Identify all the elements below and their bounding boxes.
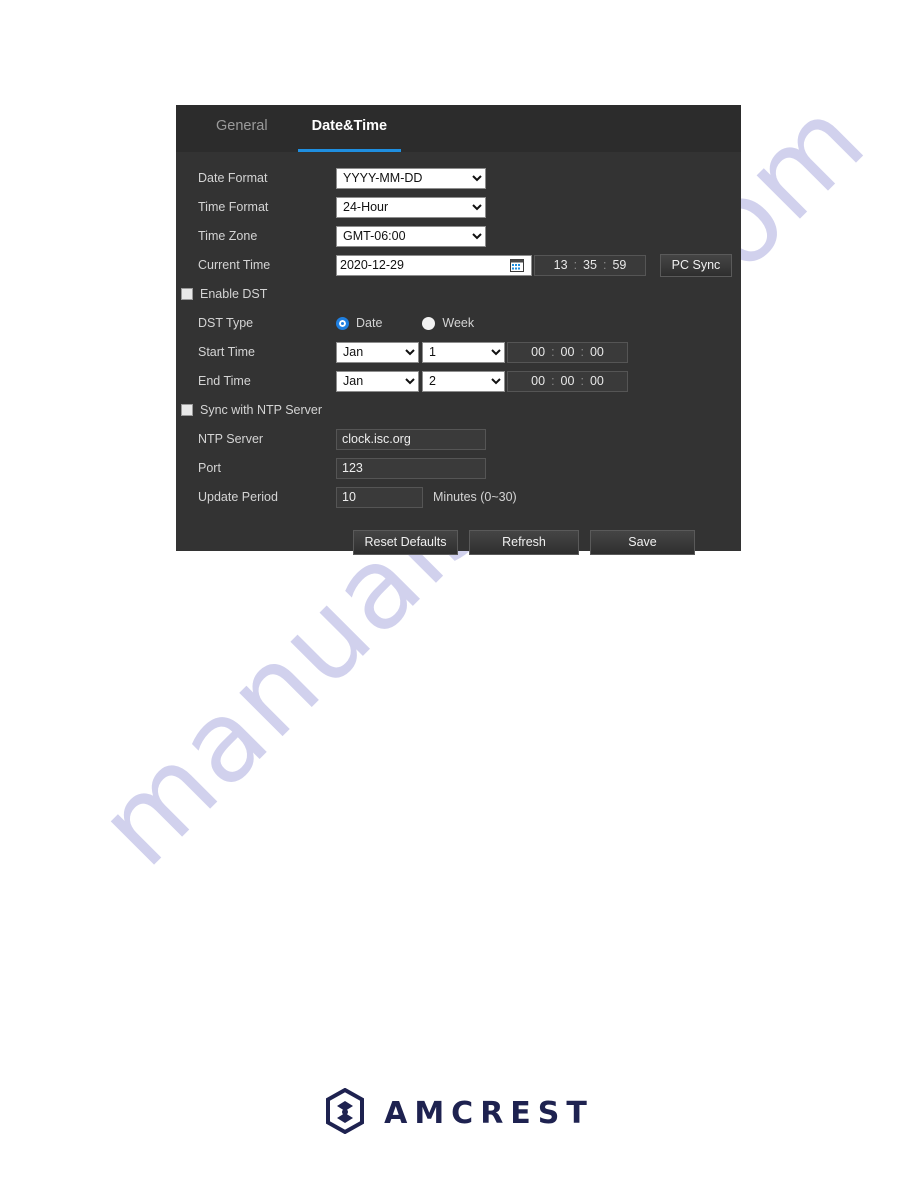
row-start-time: Start Time Jan 1 00 : 00 : 00 (176, 338, 741, 366)
date-time-settings-panel: General Date&Time Date Format YYYY-MM-DD… (176, 105, 741, 555)
row-ntp-server: NTP Server (176, 425, 741, 453)
start-minute[interactable]: 00 (561, 345, 575, 359)
port-control (336, 457, 486, 479)
time-separator: : (580, 345, 584, 359)
end-time-fields[interactable]: 00 : 00 : 00 (507, 370, 628, 392)
end-time-label: End Time (198, 374, 251, 388)
pc-sync-button[interactable]: PC Sync (660, 253, 732, 277)
date-format-label: Date Format (198, 171, 268, 185)
time-format-label: Time Format (198, 200, 269, 214)
current-date-field[interactable] (336, 254, 532, 276)
end-day-select[interactable]: 2 (422, 370, 505, 392)
port-label: Port (198, 461, 221, 475)
amcrest-hex-logo-icon (324, 1087, 366, 1139)
start-time-label: Start Time (198, 345, 255, 359)
row-update-period: Update Period Minutes (0~30) (176, 483, 741, 511)
row-time-zone: Time Zone GMT-06:00 (176, 222, 741, 250)
row-time-format: Time Format 24-Hour (176, 193, 741, 221)
start-day-select[interactable]: 1 (422, 341, 505, 363)
tab-date-time[interactable]: Date&Time (290, 105, 409, 152)
radio-week-icon[interactable] (422, 316, 436, 330)
dst-type-option-week[interactable]: Week (422, 316, 474, 330)
time-zone-control: GMT-06:00 (336, 225, 486, 247)
radio-date-icon[interactable] (336, 316, 349, 330)
dst-type-control: Date Week (336, 316, 474, 330)
row-sync-ntp: Sync with NTP Server (176, 396, 741, 424)
enable-dst-control[interactable]: Enable DST (181, 287, 267, 301)
current-minute[interactable]: 35 (583, 258, 597, 272)
reset-defaults-button[interactable]: Reset Defaults (353, 530, 458, 555)
ntp-server-label: NTP Server (198, 432, 264, 446)
start-second[interactable]: 00 (590, 345, 604, 359)
time-zone-label: Time Zone (198, 229, 258, 243)
enable-dst-label: Enable DST (200, 287, 268, 301)
update-period-input[interactable] (336, 486, 423, 508)
enable-dst-checkbox[interactable] (181, 288, 193, 300)
time-format-control: 24-Hour (336, 196, 486, 218)
dst-type-option-date[interactable]: Date (336, 316, 382, 330)
update-period-control: Minutes (0~30) (336, 486, 517, 508)
time-separator: : (573, 258, 578, 272)
date-format-control: YYYY-MM-DD (336, 167, 486, 189)
tab-general[interactable]: General (194, 105, 290, 152)
end-hour[interactable]: 00 (531, 374, 545, 388)
current-hour[interactable]: 13 (554, 258, 568, 272)
calendar-icon[interactable] (510, 258, 524, 272)
form-action-buttons: Reset Defaults Refresh Save (176, 530, 741, 555)
dst-type-date-label: Date (356, 316, 383, 330)
end-month-select[interactable]: Jan (336, 370, 419, 392)
current-date-input[interactable] (337, 257, 510, 273)
dst-type-week-label: Week (442, 316, 475, 330)
start-time-control: Jan 1 00 : 00 : 00 (336, 341, 628, 363)
port-input[interactable] (336, 457, 486, 479)
sync-ntp-label: Sync with NTP Server (200, 403, 323, 417)
row-end-time: End Time Jan 2 00 : 00 : 00 (176, 367, 741, 395)
start-hour[interactable]: 00 (531, 345, 545, 359)
time-separator: : (602, 258, 607, 272)
date-time-form: Date Format YYYY-MM-DD Time Format 24-Ho… (176, 152, 741, 555)
ntp-server-input[interactable] (336, 428, 486, 450)
save-button[interactable]: Save (590, 530, 695, 555)
row-enable-dst: Enable DST (176, 280, 741, 308)
time-separator: : (551, 374, 555, 388)
date-format-select[interactable]: YYYY-MM-DD (336, 167, 486, 189)
current-time-control: 13 : 35 : 59 PC Sync (336, 253, 732, 277)
end-minute[interactable]: 00 (561, 374, 575, 388)
row-date-format: Date Format YYYY-MM-DD (176, 164, 741, 192)
start-time-fields[interactable]: 00 : 00 : 00 (507, 341, 628, 363)
settings-tabbar: General Date&Time (176, 105, 741, 152)
start-month-select[interactable]: Jan (336, 341, 419, 363)
update-period-unit: Minutes (0~30) (433, 490, 517, 504)
row-port: Port (176, 454, 741, 482)
update-period-label: Update Period (198, 490, 278, 504)
end-second[interactable]: 00 (590, 374, 604, 388)
sync-ntp-control[interactable]: Sync with NTP Server (181, 403, 322, 417)
time-separator: : (580, 374, 584, 388)
time-separator: : (551, 345, 555, 359)
refresh-button[interactable]: Refresh (469, 530, 579, 555)
time-format-select[interactable]: 24-Hour (336, 196, 486, 218)
footer-brand-logo: AMCREST (0, 1087, 918, 1139)
sync-ntp-checkbox[interactable] (181, 404, 193, 416)
time-zone-select[interactable]: GMT-06:00 (336, 225, 486, 247)
dst-type-label: DST Type (198, 316, 254, 330)
end-time-control: Jan 2 00 : 00 : 00 (336, 370, 628, 392)
amcrest-wordmark: AMCREST (384, 1096, 594, 1131)
current-second[interactable]: 59 (612, 258, 626, 272)
ntp-server-control (336, 428, 486, 450)
dst-type-radio-group: Date Week (336, 316, 474, 330)
current-time-fields[interactable]: 13 : 35 : 59 (534, 254, 646, 276)
row-current-time: Current Time 2020-12-29 13: 35: 59 PC … (176, 251, 741, 279)
current-time-label: Current Time (198, 258, 271, 272)
row-dst-type: DST Type Date Week (176, 309, 741, 337)
